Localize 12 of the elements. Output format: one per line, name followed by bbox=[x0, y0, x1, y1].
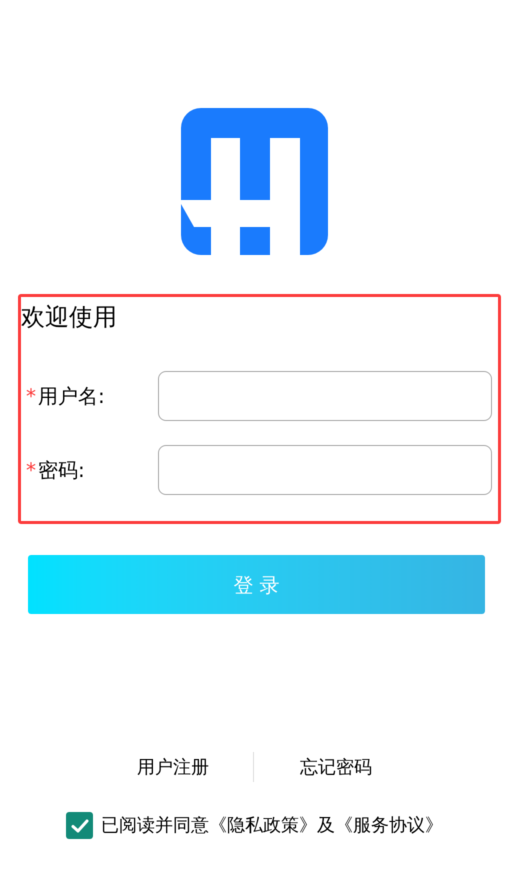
text-link[interactable]: 忘记密码 bbox=[300, 754, 372, 780]
agreement-checkbox[interactable] bbox=[66, 812, 93, 839]
required-mark: * bbox=[26, 383, 36, 410]
field-label: 密码: bbox=[38, 457, 85, 484]
welcome-title: 欢迎使用 bbox=[21, 305, 117, 329]
field-label: 用户名: bbox=[38, 383, 105, 410]
input-field[interactable] bbox=[158, 371, 492, 421]
text-link[interactable]: 用户注册 bbox=[137, 754, 209, 780]
input-field[interactable] bbox=[158, 445, 492, 495]
required-mark: * bbox=[26, 457, 36, 484]
logo-icon bbox=[181, 108, 328, 255]
agreement-text: 已阅读并同意《隐私政策》及《服务协议》 bbox=[101, 814, 443, 838]
